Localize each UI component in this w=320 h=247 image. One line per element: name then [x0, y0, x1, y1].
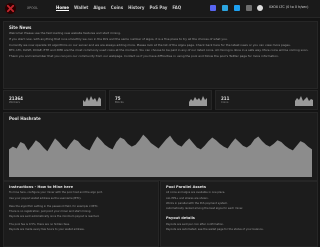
stat-label: Workers [9, 100, 20, 104]
instruction-line: Payouts are made every few hours to your… [9, 228, 85, 232]
logo-mark-icon [6, 4, 15, 13]
sparkline-icon [189, 96, 207, 106]
brand-name[interactable]: XPOOL [27, 6, 38, 10]
sparkline-icon [83, 96, 101, 106]
hashrate-area [9, 134, 312, 177]
payout-details-title: Payout details [166, 216, 195, 221]
nav-faq[interactable]: FAQ [172, 5, 181, 11]
pool-features-card: Pool Parallel Assets All coins and algos… [160, 181, 318, 247]
stat-card-workers: 21364 Workers [3, 90, 106, 110]
news-title: Site News [9, 25, 32, 30]
top-navbar: XPOOL Home Wallet Algos Coins History Po… [0, 0, 320, 18]
nav-history[interactable]: History [128, 5, 144, 11]
nav-wallet[interactable]: Wallet [74, 5, 88, 11]
main-nav: Home Wallet Algos Coins History PoS Pay … [56, 5, 181, 12]
pool-features-title: Pool Parallel Assets [166, 185, 206, 189]
price-ticker: 0XOX LTC (0 to 0 h/sec) [269, 5, 309, 9]
sparkline-icon [295, 96, 313, 106]
news-line: Currently we now operate 10 algorithms o… [9, 43, 291, 47]
news-line: If you start now, with anything that run… [9, 37, 228, 41]
hashrate-title: Pool Hashrate [9, 116, 41, 121]
instruction-line: To mine here, configure your miner with … [9, 191, 103, 195]
twitter-icon[interactable] [234, 5, 240, 11]
news-line: Welcome! Please use the fast loading new… [9, 32, 121, 36]
pool-logo-icon[interactable] [5, 3, 16, 14]
feature-line: ALL PPS+ and shares are shown. [166, 196, 209, 200]
stat-label: Coins [221, 100, 229, 104]
news-line: BTC, LTC, DASH, DOGE, ETH and XMR are th… [9, 49, 309, 53]
feature-line: All coins and algos are available in one… [166, 191, 226, 195]
pool-hashrate-card: Pool Hashrate [3, 112, 318, 181]
stat-label: Blocks [115, 100, 124, 104]
stat-card-coins: 211 Coins [215, 90, 318, 110]
instruction-line: Pass the algorithm setting in the passwo… [9, 204, 99, 208]
user-icon[interactable] [257, 5, 263, 11]
instructions-card: Instructions - How to Mine here To mine … [3, 181, 159, 247]
nav-coins[interactable]: Coins [111, 5, 123, 11]
payout-line: Payouts are automated; see the wallet pa… [166, 227, 264, 231]
nav-pos-pay[interactable]: PoS Pay [149, 5, 167, 11]
feature-line: Works in parallel with the PoS payment s… [166, 201, 228, 205]
instruction-line: The pool fee is 0.5%; there are no hidde… [9, 223, 70, 227]
discord-icon[interactable] [210, 5, 216, 11]
instruction-line: There is no registration; just point you… [9, 209, 92, 213]
github-icon[interactable] [246, 5, 252, 11]
stat-card-blocks: 75 Blocks [109, 90, 212, 110]
hashrate-chart [9, 134, 312, 177]
nav-algos[interactable]: Algos [93, 5, 105, 11]
telegram-icon[interactable] [222, 5, 228, 11]
nav-home[interactable]: Home [56, 5, 69, 12]
site-news-card: Site News Welcome! Please use the fast l… [3, 21, 318, 89]
news-line: Thank you and remember that you can join… [9, 55, 279, 59]
payout-line: Payouts are sent per coin after confirma… [166, 222, 224, 226]
instructions-title: Instructions - How to Mine here [9, 185, 74, 189]
